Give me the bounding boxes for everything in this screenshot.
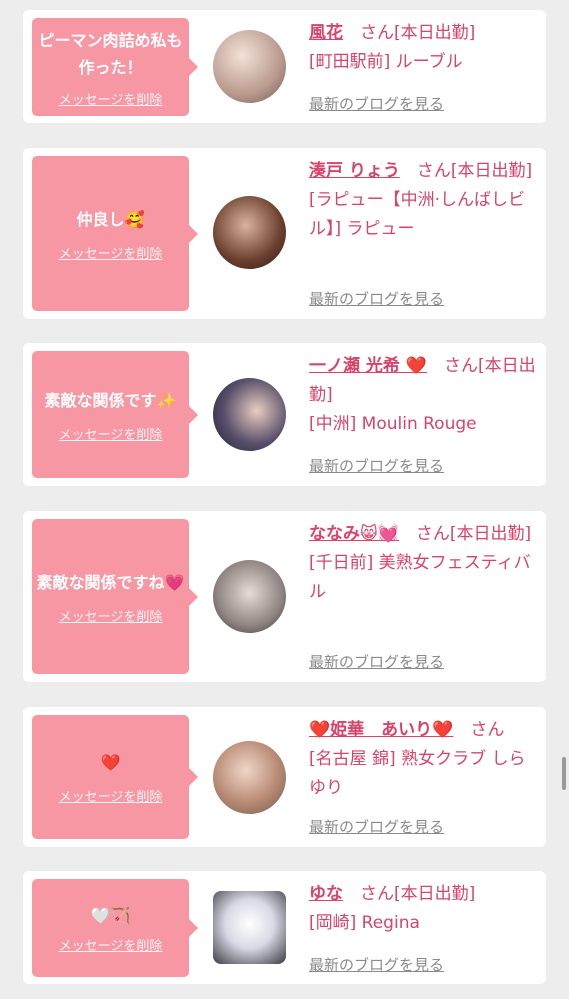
message-card: 🤍🏹 メッセージを削除 ゆな さん[本日出勤] [岡崎] Regina 最新のブ… [23, 871, 546, 984]
message-bubble: ピーマン肉詰め私も作った！ メッセージを削除 [32, 18, 198, 116]
girl-name-link[interactable]: ❤️姫華 あいり❤️ [309, 720, 453, 740]
message-bubble: ❤️ メッセージを削除 [32, 715, 198, 839]
girl-info: 一ノ瀬 光希 ❤️ さん[本日出勤] [中洲] Moulin Rouge [309, 352, 539, 439]
girl-name-link[interactable]: ななみ😸💓 [309, 524, 399, 544]
message-text: 🤍🏹 [90, 906, 131, 925]
work-status: [本日出勤] [449, 524, 532, 544]
message-bubble: 素敵な関係です✨ メッセージを削除 [32, 351, 198, 478]
delete-message-link[interactable]: メッセージを削除 [59, 935, 163, 954]
message-text: 素敵な関係です✨ [44, 390, 177, 410]
avatar[interactable] [213, 741, 286, 814]
girl-name-link[interactable]: 湊戸 りょう [309, 161, 400, 181]
girl-name-link[interactable]: 風花 [309, 23, 343, 43]
delete-message-link[interactable]: メッセージを削除 [59, 424, 163, 443]
avatar[interactable] [213, 196, 286, 269]
san-suffix: さん [415, 524, 450, 544]
girl-name-link[interactable]: ゆな [309, 884, 343, 904]
delete-message-link[interactable]: メッセージを削除 [59, 606, 163, 625]
work-status: [本日出勤] [394, 23, 476, 43]
delete-message-link[interactable]: メッセージを削除 [59, 243, 163, 262]
latest-blog-link[interactable]: 最新のブログを見る [309, 455, 444, 476]
shop-name: [岡崎] Regina [309, 913, 420, 933]
message-bubble: 仲良し🥰 メッセージを削除 [32, 156, 198, 311]
message-bubble: 🤍🏹 メッセージを削除 [32, 879, 198, 977]
shop-name: [名古屋 錦] 熟女クラブ しらゆり [309, 749, 526, 798]
message-text: 仲良し🥰 [76, 209, 145, 229]
message-card: 素敵な関係です✨ メッセージを削除 一ノ瀬 光希 ❤️ さん[本日出勤] [中洲… [23, 343, 546, 486]
message-text: 素敵な関係ですね💗 [36, 572, 185, 592]
message-card: 素敵な関係ですね💗 メッセージを削除 ななみ😸💓 さん[本日出勤] [千日前] … [23, 511, 546, 682]
san-suffix: さん [444, 356, 479, 376]
latest-blog-link[interactable]: 最新のブログを見る [309, 816, 444, 837]
latest-blog-link[interactable]: 最新のブログを見る [309, 93, 444, 114]
scrollbar[interactable] [562, 757, 566, 790]
girl-info: 風花 さん[本日出勤] [町田駅前] ルーブル [309, 19, 539, 77]
latest-blog-link[interactable]: 最新のブログを見る [309, 288, 444, 309]
girl-info: ❤️姫華 あいり❤️ さん [名古屋 錦] 熟女クラブ しらゆり [309, 716, 539, 803]
latest-blog-link[interactable]: 最新のブログを見る [309, 651, 444, 672]
message-bubble: 素敵な関係ですね💗 メッセージを削除 [32, 519, 198, 674]
shop-name: [千日前] 美熟女フェスティバル [309, 553, 531, 602]
girl-info: ゆな さん[本日出勤] [岡崎] Regina [309, 880, 539, 938]
shop-name: [中洲] Moulin Rouge [309, 414, 477, 434]
message-text: ピーマン肉詰め私も作った！ [38, 30, 183, 77]
girl-info: ななみ😸💓 さん[本日出勤] [千日前] 美熟女フェスティバル [309, 520, 539, 607]
work-status: [本日出勤] [450, 161, 533, 181]
avatar[interactable] [213, 891, 286, 964]
san-suffix: さん [470, 720, 505, 740]
avatar[interactable] [213, 30, 286, 103]
girl-info: 湊戸 りょう さん[本日出勤] [ラピュー【中洲·しんばしビル】] ラピュー [309, 157, 539, 244]
shop-name: [ラピュー【中洲·しんばしビル】] ラピュー [309, 190, 526, 239]
work-status: [本日出勤] [394, 884, 476, 904]
san-suffix: さん [360, 884, 394, 904]
san-suffix: さん [360, 23, 394, 43]
message-card: ❤️ メッセージを削除 ❤️姫華 あいり❤️ さん [名古屋 錦] 熟女クラブ … [23, 707, 546, 847]
message-text: ❤️ [100, 753, 121, 772]
delete-message-link[interactable]: メッセージを削除 [59, 89, 163, 108]
delete-message-link[interactable]: メッセージを削除 [59, 786, 163, 805]
san-suffix: さん [416, 161, 451, 181]
message-card: ピーマン肉詰め私も作った！ メッセージを削除 風花 さん[本日出勤] [町田駅前… [23, 10, 546, 123]
shop-name: [町田駅前] ルーブル [309, 52, 463, 72]
latest-blog-link[interactable]: 最新のブログを見る [309, 954, 444, 975]
girl-name-link[interactable]: 一ノ瀬 光希 ❤️ [309, 356, 427, 376]
avatar[interactable] [213, 560, 286, 633]
message-card: 仲良し🥰 メッセージを削除 湊戸 りょう さん[本日出勤] [ラピュー【中洲·し… [23, 148, 546, 319]
avatar[interactable] [213, 378, 286, 451]
